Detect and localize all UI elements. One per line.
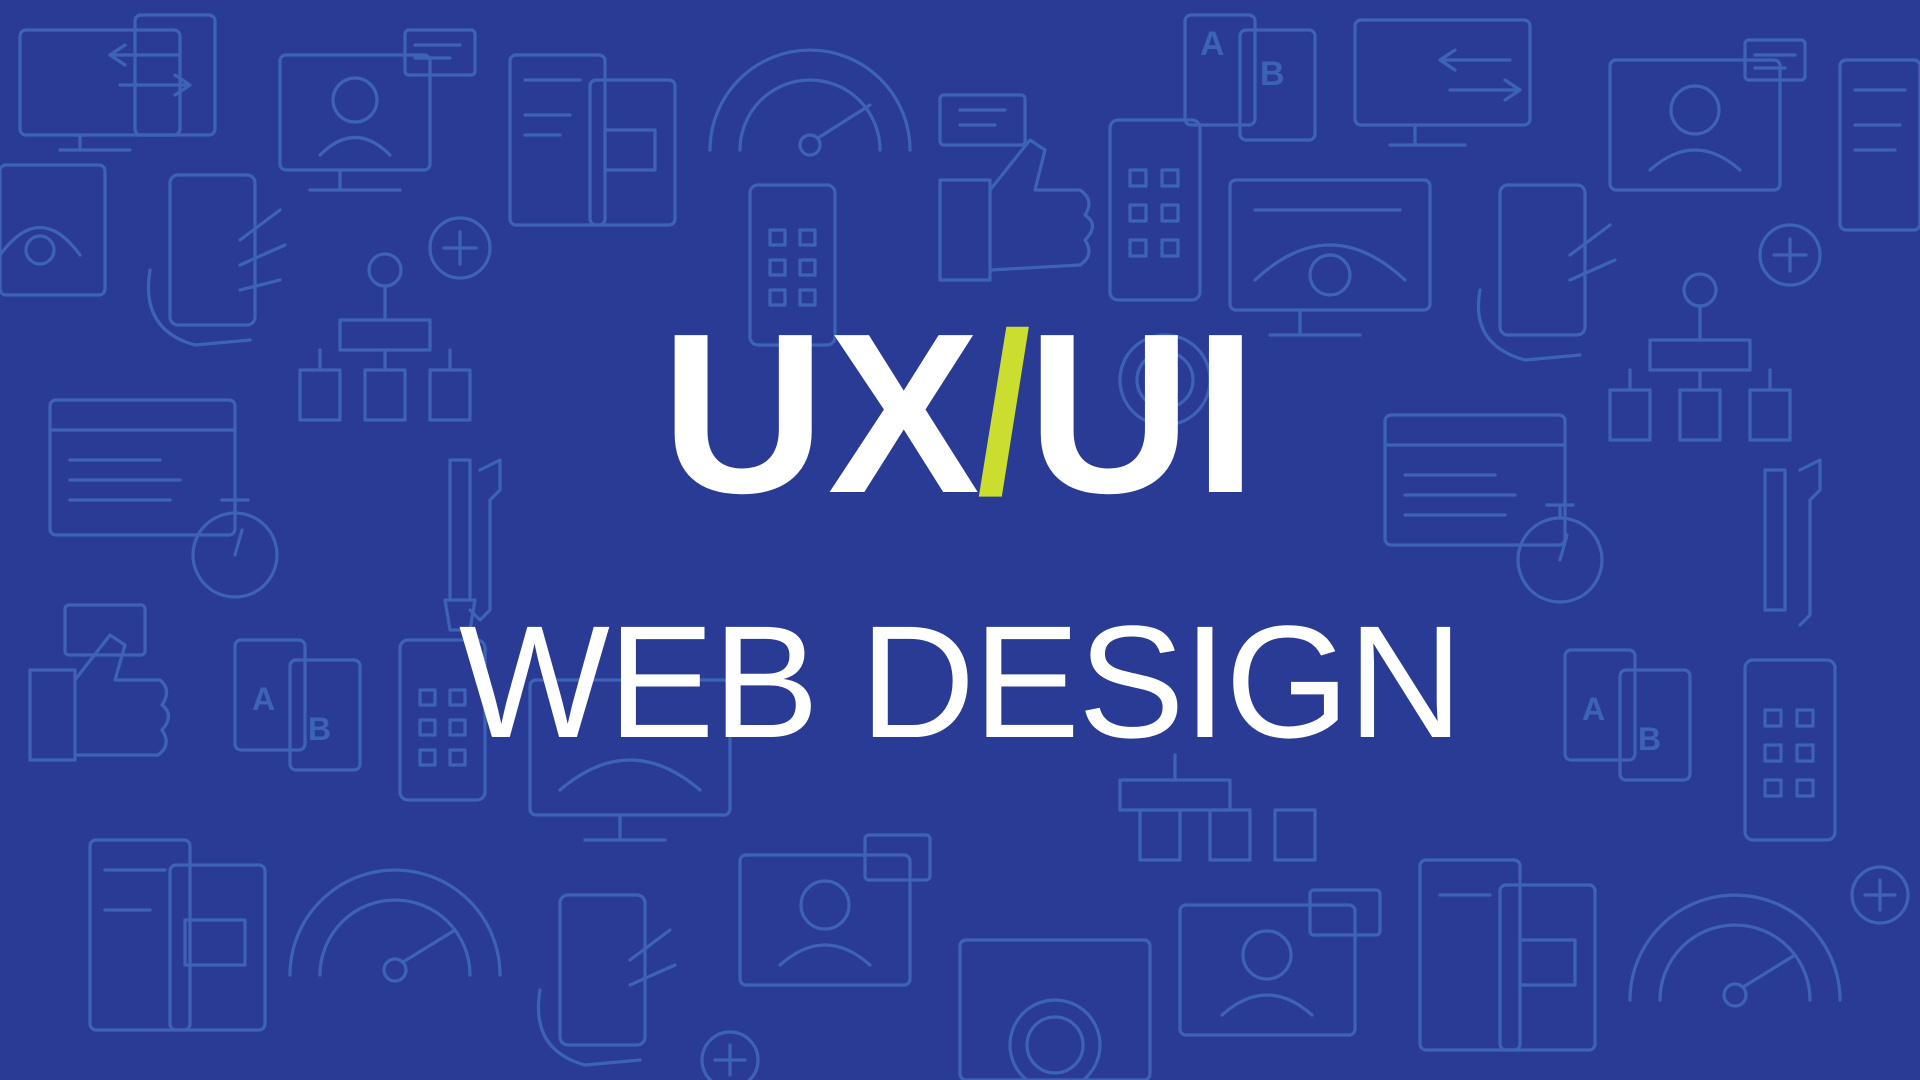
svg-text:B: B — [1260, 55, 1285, 93]
headline-ui: UI — [1027, 287, 1260, 541]
plus-circle-icon-4 — [700, 1030, 760, 1080]
wireframe-icon-4 — [1418, 858, 1597, 1052]
banner: A B A B A B UX/UI WEB DESIGN — [0, 0, 1920, 1080]
video-chat-icon-2 — [1608, 38, 1807, 192]
ab-test-icon: A B — [1183, 13, 1317, 142]
headline-ux-ui: UX/UI — [0, 300, 1920, 528]
video-chat-icon-4 — [1178, 888, 1382, 1037]
monitor-gear-icon — [0, 163, 107, 297]
wireframe-icon — [508, 53, 677, 227]
plus-circle-icon — [428, 216, 492, 280]
devices-sync-icon — [18, 13, 217, 152]
plus-circle-icon-3 — [1850, 865, 1910, 925]
svg-text:A: A — [1200, 25, 1225, 63]
speedometer-icon-3 — [1628, 893, 1842, 1008]
video-chat-icon — [278, 28, 477, 192]
headline-slash: / — [976, 287, 1033, 541]
headline-ux: UX — [660, 287, 982, 541]
wireframe-icon-2 — [1838, 58, 1920, 232]
wireframe-icon-3 — [88, 838, 267, 1032]
speedometer-icon — [708, 48, 912, 157]
subtitle-web-design: WEB DESIGN — [458, 592, 1463, 771]
video-chat-icon-3 — [738, 833, 932, 987]
plus-circle-icon-2 — [1758, 223, 1822, 287]
devices-sync-icon-2 — [1353, 18, 1532, 147]
touch-icon-2 — [958, 938, 1152, 1080]
thumbs-up-icon — [938, 93, 1095, 282]
smartphone-app-icon-2 — [1108, 118, 1202, 302]
hand-phone-icon-3 — [536, 893, 677, 1067]
speedometer-icon-2 — [288, 868, 502, 983]
